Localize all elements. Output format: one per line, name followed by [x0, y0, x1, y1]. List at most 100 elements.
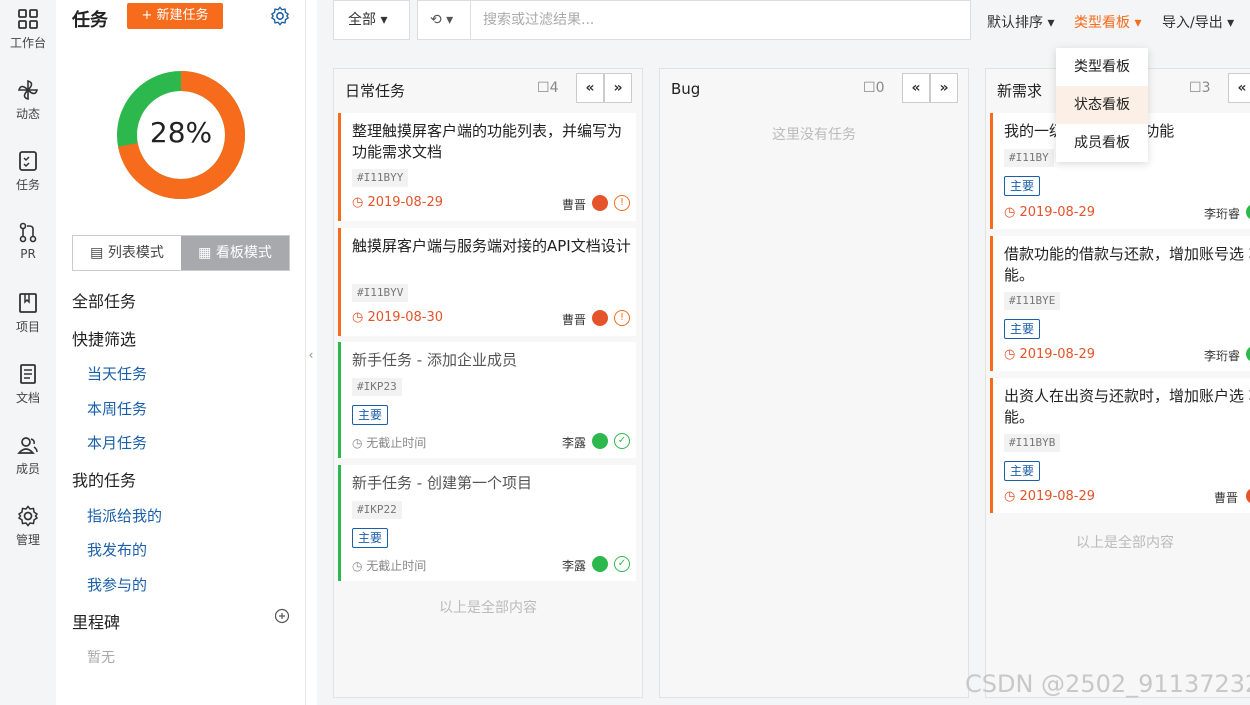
- card-title: 新手任务 - 创建第一个项目: [352, 474, 532, 492]
- avatar: [1246, 346, 1250, 362]
- task-card[interactable]: 出资人在出资与还款时，增加账户选 功能。 #I11BYB 主要 ◷ 2019-0…: [990, 378, 1250, 513]
- nav-published-by-me[interactable]: 我发布的: [87, 539, 147, 560]
- avatar: [592, 433, 608, 449]
- card-due-value: 2019-08-29: [1019, 205, 1096, 220]
- column-move-left-button[interactable]: «: [1228, 73, 1250, 103]
- list-mode-tab[interactable]: ▤ 列表模式: [73, 236, 181, 270]
- card-title: 借款功能的借款与还款，增加账号选 功能。: [1004, 245, 1250, 284]
- toolbar: 全部 ▾ ⟲ ▾ 搜索或过滤结果... 默认排序 ▾ 类型看板 ▾ 导入/导出 …: [317, 0, 1250, 40]
- scope-select[interactable]: 全部 ▾: [333, 0, 410, 40]
- card-title: 整理触摸屏客户端的功能列表，并编写为功能需求文档: [352, 122, 623, 161]
- menu-item-status-board[interactable]: 状态看板: [1056, 86, 1148, 124]
- nav-participated[interactable]: 我参与的: [87, 574, 147, 595]
- card-due: ◷ 2019-08-29: [1004, 347, 1096, 362]
- nav-this-week[interactable]: 本周任务: [87, 398, 147, 419]
- column-title: Bug: [671, 80, 701, 98]
- column-move-right-button[interactable]: »: [604, 73, 632, 103]
- column-title: 日常任务: [345, 82, 406, 100]
- card-id: #I11BYE: [1004, 292, 1061, 310]
- card-due-value: 2019-08-30: [367, 310, 444, 325]
- card-assignee: 李珩睿: [1204, 207, 1241, 221]
- column-count: ☐0: [863, 80, 885, 96]
- rail-label: 工作台: [9, 36, 46, 50]
- done-check-icon: ✓: [614, 433, 630, 449]
- column-footer: 以上是全部内容: [1076, 535, 1174, 551]
- left-rail: 工作台 动态 任务 PR 项目 文档 成员 管理: [0, 0, 56, 705]
- task-card[interactable]: 整理触摸屏客户端的功能列表，并编写为功能需求文档 #I11BYY ◷ 2019-…: [338, 113, 636, 221]
- board-mode-label: 看板模式: [215, 245, 272, 261]
- history-button[interactable]: ⟲ ▾: [417, 0, 471, 40]
- board-column: Bug ☐0 « » 这里没有任务: [659, 68, 969, 698]
- column-empty: 这里没有任务: [772, 127, 856, 143]
- task-card[interactable]: 新手任务 - 添加企业成员 #IKP23 主要 ◷ 无截止时间 李露 ✓: [338, 342, 636, 458]
- menu-item-member-board[interactable]: 成员看板: [1056, 124, 1148, 162]
- rail-item-task[interactable]: 任务: [0, 150, 56, 206]
- pull-request-icon: [19, 222, 37, 243]
- card-due-value: 无截止时间: [366, 559, 427, 573]
- card-tag: 主要: [352, 405, 389, 425]
- card-due-value: 2019-08-29: [367, 195, 444, 210]
- view-mode-switch: ▤ 列表模式 ▦ 看板模式: [72, 235, 290, 271]
- rail-label: 管理: [15, 533, 40, 547]
- board-type-dropdown[interactable]: 类型看板 ▾: [1074, 12, 1141, 32]
- rail-item-project[interactable]: 项目: [0, 292, 56, 348]
- card-id: #I11BYY: [352, 169, 409, 187]
- card-id: #IKP22: [352, 501, 402, 519]
- card-due-value: 无截止时间: [366, 436, 427, 450]
- app-window: { "rail": { "items": [ {"label": "工作台", …: [0, 0, 1250, 705]
- rail-item-pr[interactable]: PR: [0, 221, 56, 277]
- progress-label: 28%: [149, 116, 213, 149]
- board-mode-tab[interactable]: ▦ 看板模式: [181, 236, 289, 270]
- collapse-panel-handle[interactable]: ‹: [305, 340, 317, 370]
- card-assignee: 曹晋: [562, 198, 587, 212]
- nav-assigned-to-me[interactable]: 指派给我的: [87, 505, 162, 526]
- card-tag: 主要: [1004, 176, 1041, 196]
- card-due-value: 2019-08-29: [1019, 347, 1096, 362]
- card-id: #I11BY: [1004, 149, 1054, 167]
- column-title: 新需求: [997, 82, 1043, 100]
- card-assignee: 曹晋: [1214, 491, 1239, 505]
- search-input[interactable]: 搜索或过滤结果...: [471, 0, 971, 40]
- card-title: 触摸屏客户端与服务端对接的API文档设计: [352, 237, 631, 255]
- column-move-right-button[interactable]: »: [930, 73, 958, 103]
- card-due: ◷ 无截止时间: [352, 559, 427, 573]
- rail-item-members[interactable]: 成员: [0, 434, 56, 490]
- task-card[interactable]: 新手任务 - 创建第一个项目 #IKP22 主要 ◷ 无截止时间 李露 ✓: [338, 465, 636, 581]
- panel-settings-icon[interactable]: [270, 6, 290, 26]
- nav-this-month[interactable]: 本月任务: [87, 432, 147, 453]
- card-title: 出资人在出资与还款时，增加账户选 功能。: [1004, 387, 1250, 426]
- column-move-left-button[interactable]: «: [576, 73, 604, 103]
- rail-label: 任务: [15, 178, 40, 192]
- nav-my-tasks-heading: 我的任务: [72, 471, 137, 490]
- nav-all-tasks[interactable]: 全部任务: [72, 288, 136, 312]
- dashboard-icon: [18, 9, 38, 29]
- column-count-value: 3: [1201, 80, 1211, 96]
- avatar: [1246, 488, 1250, 504]
- avatar: [1246, 204, 1250, 220]
- members-icon: [17, 437, 38, 454]
- project-icon: [19, 293, 37, 313]
- rail-item-workbench[interactable]: 工作台: [0, 8, 56, 64]
- card-due: ◷ 2019-08-29: [1004, 489, 1096, 504]
- page-title: 任务: [72, 10, 108, 31]
- new-task-button[interactable]: + 新建任务: [127, 3, 223, 29]
- task-card[interactable]: 触摸屏客户端与服务端对接的API文档设计 #I11BYV ◷ 2019-08-3…: [338, 228, 636, 336]
- menu-item-type-board[interactable]: 类型看板: [1056, 48, 1148, 86]
- import-export-dropdown[interactable]: 导入/导出 ▾: [1162, 12, 1234, 32]
- column-move-left-button[interactable]: «: [902, 73, 930, 103]
- card-assignee: 李露: [562, 559, 587, 573]
- nav-today[interactable]: 当天任务: [87, 363, 147, 384]
- card-id: #I11BYV: [352, 284, 409, 302]
- rail-item-activity[interactable]: 动态: [0, 79, 56, 135]
- rail-item-docs[interactable]: 文档: [0, 363, 56, 419]
- task-icon: [19, 151, 37, 171]
- rail-label: 文档: [15, 391, 40, 405]
- card-tag: 主要: [1004, 319, 1041, 339]
- sort-dropdown[interactable]: 默认排序 ▾: [987, 12, 1054, 32]
- task-card[interactable]: 借款功能的借款与还款，增加账号选 功能。 #I11BYE 主要 ◷ 2019-0…: [990, 236, 1250, 371]
- column-header: Bug ☐0 « »: [660, 69, 968, 109]
- add-milestone-icon[interactable]: [274, 608, 290, 624]
- card-id: #I11BYB: [1004, 434, 1061, 452]
- rail-item-settings[interactable]: 管理: [0, 505, 56, 561]
- activity-icon: [17, 79, 39, 101]
